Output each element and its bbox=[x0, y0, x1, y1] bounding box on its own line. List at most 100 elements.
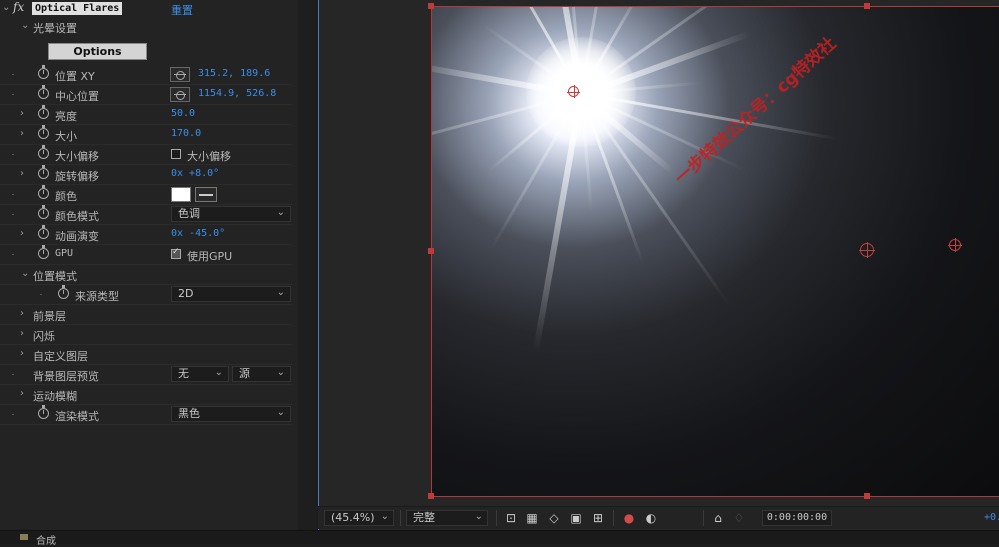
prop-label: 渲染模式 bbox=[55, 410, 99, 423]
flare-position-target-icon[interactable] bbox=[567, 85, 580, 98]
chevron-right-icon[interactable]: › bbox=[20, 229, 28, 239]
grid-guides-icon[interactable]: ⊞ bbox=[591, 511, 605, 525]
chevron-down-icon: ⌄ bbox=[276, 207, 285, 218]
stopwatch-icon[interactable] bbox=[38, 65, 49, 79]
prop-label: 大小 bbox=[55, 130, 77, 143]
section-label: 自定义图层 bbox=[33, 350, 88, 363]
prop-label: 背景图层预览 bbox=[33, 370, 99, 383]
render-mode-dropdown[interactable]: 黑色 ⌄ bbox=[171, 406, 291, 422]
frame-handle[interactable] bbox=[864, 3, 870, 9]
stopwatch-icon[interactable] bbox=[38, 225, 49, 239]
current-time[interactable]: 0:00:00:00 bbox=[762, 510, 832, 526]
tree-dot bbox=[12, 194, 14, 195]
chevron-down-icon[interactable]: ⌄ bbox=[21, 269, 29, 279]
tree-dot bbox=[12, 74, 14, 75]
stopwatch-icon[interactable] bbox=[38, 185, 49, 199]
section-flicker[interactable]: › 闪烁 bbox=[0, 325, 292, 345]
prop-label: 颜色模式 bbox=[55, 210, 99, 223]
crosshair-icon[interactable] bbox=[170, 87, 190, 102]
resolution-dropdown[interactable]: 完整 ⌄ bbox=[406, 510, 488, 526]
eyedropper-icon[interactable] bbox=[195, 187, 217, 202]
center-position-target-icon[interactable] bbox=[859, 242, 875, 258]
resolution-value: 完整 bbox=[413, 511, 435, 524]
prop-label: 旋转偏移 bbox=[55, 170, 99, 183]
stopwatch-icon[interactable] bbox=[38, 85, 49, 99]
color-swatch[interactable] bbox=[171, 187, 191, 202]
prop-value[interactable]: 1154.9, 526.8 bbox=[198, 88, 276, 99]
collapse-chevron-icon[interactable]: ⌄ bbox=[2, 3, 10, 13]
frame-handle[interactable] bbox=[428, 493, 434, 499]
chevron-right-icon[interactable]: › bbox=[20, 109, 28, 119]
chevron-down-icon: ⌄ bbox=[276, 367, 285, 378]
mask-path-icon[interactable]: ◇ bbox=[547, 511, 561, 525]
section-flare-settings[interactable]: ⌄ 光晕设置 bbox=[0, 17, 292, 37]
prop-label: 动画演变 bbox=[55, 230, 99, 243]
panel-scrollbar[interactable] bbox=[298, 0, 316, 530]
prop-row-gpu: GPU 使用GPU bbox=[0, 245, 292, 265]
frame-handle[interactable] bbox=[428, 3, 434, 9]
color-management-icon[interactable]: ◐ bbox=[644, 511, 658, 525]
chevron-right-icon[interactable]: › bbox=[20, 309, 28, 319]
prop-row-color-mode: 颜色模式 色调 ⌄ bbox=[0, 205, 292, 225]
region-of-interest-icon[interactable]: ▣ bbox=[569, 511, 583, 525]
stopwatch-icon[interactable] bbox=[58, 285, 69, 299]
stopwatch-icon[interactable] bbox=[38, 405, 49, 419]
prop-row-center-position: 中心位置 1154.9, 526.8 bbox=[0, 85, 292, 105]
section-label: 运动模糊 bbox=[33, 390, 77, 403]
prop-value[interactable]: 0x +8.0° bbox=[171, 168, 219, 179]
prop-label: 中心位置 bbox=[55, 90, 99, 103]
frame-handle[interactable] bbox=[428, 248, 434, 254]
size-offset-checkbox[interactable] bbox=[171, 149, 181, 159]
crosshair-icon[interactable] bbox=[170, 67, 190, 82]
fx-icon[interactable]: fx bbox=[13, 0, 24, 14]
stopwatch-icon[interactable] bbox=[38, 145, 49, 159]
stopwatch-icon[interactable] bbox=[38, 245, 49, 259]
section-label: 闪烁 bbox=[33, 330, 55, 343]
rgb-channels-icon[interactable]: ● bbox=[622, 511, 636, 525]
chevron-down-icon[interactable]: ⌄ bbox=[21, 21, 29, 31]
use-gpu-checkbox[interactable] bbox=[171, 247, 181, 259]
zoom-dropdown[interactable]: (45.4%) ⌄ bbox=[324, 510, 394, 526]
reset-button[interactable]: 重置 bbox=[171, 2, 193, 18]
camera-snapshot-icon[interactable]: ⌂ bbox=[711, 511, 725, 525]
toolbar-divider bbox=[496, 510, 497, 526]
prop-value[interactable]: 50.0 bbox=[171, 108, 195, 119]
stopwatch-icon[interactable] bbox=[38, 105, 49, 119]
color-mode-dropdown[interactable]: 色调 ⌄ bbox=[171, 206, 291, 222]
chevron-right-icon[interactable]: › bbox=[20, 349, 28, 359]
prop-value[interactable]: 170.0 bbox=[171, 128, 201, 139]
section-foreground-layers[interactable]: › 前景层 bbox=[0, 305, 292, 325]
chevron-right-icon[interactable]: › bbox=[20, 169, 28, 179]
tree-dot bbox=[40, 294, 42, 295]
dropdown-value: 色调 bbox=[178, 207, 200, 220]
source-type-dropdown[interactable]: 2D ⌄ bbox=[171, 286, 291, 302]
bottom-panel-label: 合成 bbox=[36, 536, 56, 547]
frame-handle[interactable] bbox=[864, 493, 870, 499]
stopwatch-icon[interactable] bbox=[38, 165, 49, 179]
section-motion-blur[interactable]: › 运动模糊 bbox=[0, 385, 292, 405]
transparency-grid-icon[interactable]: ▦ bbox=[525, 511, 539, 525]
zoom-value: (45.4%) bbox=[331, 511, 375, 524]
prop-label: 颜色 bbox=[55, 190, 77, 203]
chevron-down-icon: ⌄ bbox=[276, 407, 285, 418]
section-custom-layers[interactable]: › 自定义图层 bbox=[0, 345, 292, 365]
prop-row-size: › 大小 170.0 bbox=[0, 125, 292, 145]
chevron-right-icon[interactable]: › bbox=[20, 389, 28, 399]
light-source-target-icon[interactable] bbox=[948, 238, 962, 252]
composition-canvas[interactable] bbox=[431, 7, 999, 496]
fast-preview-icon[interactable]: ⊡ bbox=[504, 511, 518, 525]
prop-value[interactable]: 0x -45.0° bbox=[171, 228, 225, 239]
background-layer-dropdown[interactable]: 无 ⌄ bbox=[171, 366, 229, 382]
stopwatch-icon[interactable] bbox=[38, 205, 49, 219]
show-snapshot-icon[interactable]: ♢ bbox=[732, 511, 746, 525]
section-position-mode[interactable]: ⌄ 位置模式 bbox=[0, 265, 292, 285]
stopwatch-icon[interactable] bbox=[38, 125, 49, 139]
chevron-right-icon[interactable]: › bbox=[20, 129, 28, 139]
background-source-dropdown[interactable]: 源 ⌄ bbox=[232, 366, 291, 382]
exposure-value[interactable]: +0.0 bbox=[984, 512, 999, 523]
prop-value[interactable]: 315.2, 189.6 bbox=[198, 68, 270, 79]
prop-row-size-offset: 大小偏移 大小偏移 bbox=[0, 145, 292, 165]
prop-label: 位置 XY bbox=[55, 70, 95, 83]
options-button[interactable]: Options bbox=[48, 43, 147, 60]
chevron-right-icon[interactable]: › bbox=[20, 329, 28, 339]
